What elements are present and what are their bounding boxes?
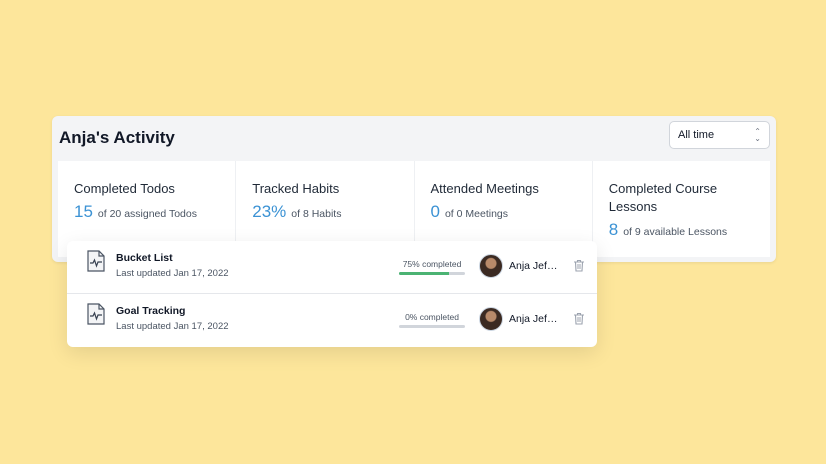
stat-sub: of 0 Meetings: [444, 208, 509, 220]
owner-name: Anja Jef…: [509, 313, 558, 325]
stat-value: 23%: [252, 202, 287, 221]
stat-value: 8: [608, 220, 619, 239]
trash-icon[interactable]: [573, 312, 585, 330]
progress-label: 75% completed: [402, 259, 462, 269]
document-name[interactable]: Bucket List: [116, 252, 173, 264]
avatar: [479, 254, 503, 278]
trash-icon[interactable]: [573, 259, 585, 277]
progress-label: 0% completed: [405, 312, 459, 322]
document-updated: Last updated Jan 17, 2022: [116, 321, 229, 332]
stat-completed-lessons: Completed Course Lessons 8 of 9 availabl…: [593, 161, 770, 257]
list-item[interactable]: Bucket List Last updated Jan 17, 2022 75…: [67, 241, 597, 294]
stat-label: Completed Todos: [74, 181, 175, 196]
document-icon: [87, 303, 105, 330]
stat-sub: of 20 assigned Todos: [97, 208, 197, 220]
document-progress: 0% completed: [399, 312, 465, 328]
stat-value: 15: [74, 202, 93, 221]
progress-track: [399, 272, 465, 275]
stat-label: Completed Course Lessons: [608, 181, 718, 214]
stat-label: Attended Meetings: [430, 181, 539, 196]
list-item[interactable]: Goal Tracking Last updated Jan 17, 2022 …: [67, 294, 597, 347]
progress-track: [399, 325, 465, 328]
avatar: [479, 307, 503, 331]
stat-label: Tracked Habits: [252, 181, 340, 196]
stat-sub: of 9 available Lessons: [623, 226, 728, 238]
chevron-up-down-icon: ⌃ ⌄: [754, 127, 761, 143]
stat-sub: of 8 Habits: [291, 208, 342, 220]
document-progress: 75% completed: [399, 259, 465, 275]
documents-list: Bucket List Last updated Jan 17, 2022 75…: [67, 241, 597, 347]
progress-fill: [399, 272, 449, 275]
document-updated: Last updated Jan 17, 2022: [116, 268, 229, 279]
document-name[interactable]: Goal Tracking: [116, 305, 185, 317]
time-range-select[interactable]: All time ⌃ ⌄: [669, 121, 770, 149]
stat-value: 0: [430, 202, 440, 221]
owner-name: Anja Jef…: [509, 260, 558, 272]
page-title: Anja's Activity: [59, 128, 175, 147]
document-icon: [87, 250, 105, 277]
time-range-value: All time: [678, 129, 715, 141]
